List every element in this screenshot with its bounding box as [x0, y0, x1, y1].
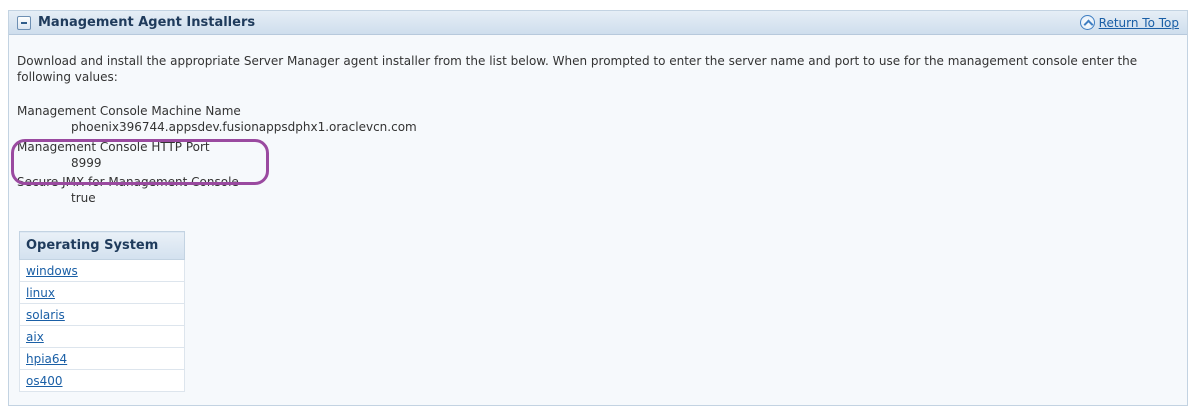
http-port-value: 8999 — [71, 156, 102, 170]
section-title: Management Agent Installers — [38, 15, 256, 30]
table-row: solaris — [19, 303, 185, 326]
table-cell: linux — [19, 281, 185, 304]
table-cell: windows — [19, 259, 185, 282]
section-header: Management Agent Installers Return To To… — [9, 11, 1187, 35]
os-link-linux[interactable]: linux — [26, 286, 55, 300]
intro-text: Download and install the appropriate Ser… — [17, 54, 1138, 84]
os-link-windows[interactable]: windows — [26, 264, 78, 278]
operating-system-table: Operating System windows linux solaris a… — [19, 231, 185, 392]
table-cell: solaris — [19, 303, 185, 326]
table-cell: os400 — [19, 369, 185, 392]
machine-name-value: phoenix396744.appsdev.fusionappsdphx1.or… — [71, 120, 417, 134]
table-row: aix — [19, 325, 185, 348]
return-to-top-link[interactable]: Return To Top — [1099, 16, 1179, 30]
table-row: linux — [19, 281, 185, 304]
os-link-solaris[interactable]: solaris — [26, 308, 65, 322]
machine-name-label: Management Console Machine Name — [17, 104, 241, 118]
os-link-hpia64[interactable]: hpia64 — [26, 352, 67, 366]
table-row: hpia64 — [19, 347, 185, 370]
management-agent-installers-panel: Management Agent Installers Return To To… — [8, 10, 1188, 406]
table-header-row: Operating System — [19, 231, 185, 260]
os-link-aix[interactable]: aix — [26, 330, 44, 344]
table-cell: aix — [19, 325, 185, 348]
collapse-icon[interactable] — [17, 16, 31, 30]
os-link-os400[interactable]: os400 — [26, 374, 63, 388]
table-cell: hpia64 — [19, 347, 185, 370]
chevron-up-icon[interactable] — [1079, 15, 1095, 30]
http-port-label: Management Console HTTP Port — [17, 140, 210, 154]
secure-jmx-value: true — [71, 191, 96, 205]
return-to-top[interactable]: Return To Top — [1079, 15, 1179, 30]
table-row: os400 — [19, 369, 185, 392]
operating-system-header: Operating System — [19, 231, 185, 260]
secure-jmx-label: Secure JMX for Management Console — [17, 175, 239, 189]
table-row: windows — [19, 259, 185, 282]
